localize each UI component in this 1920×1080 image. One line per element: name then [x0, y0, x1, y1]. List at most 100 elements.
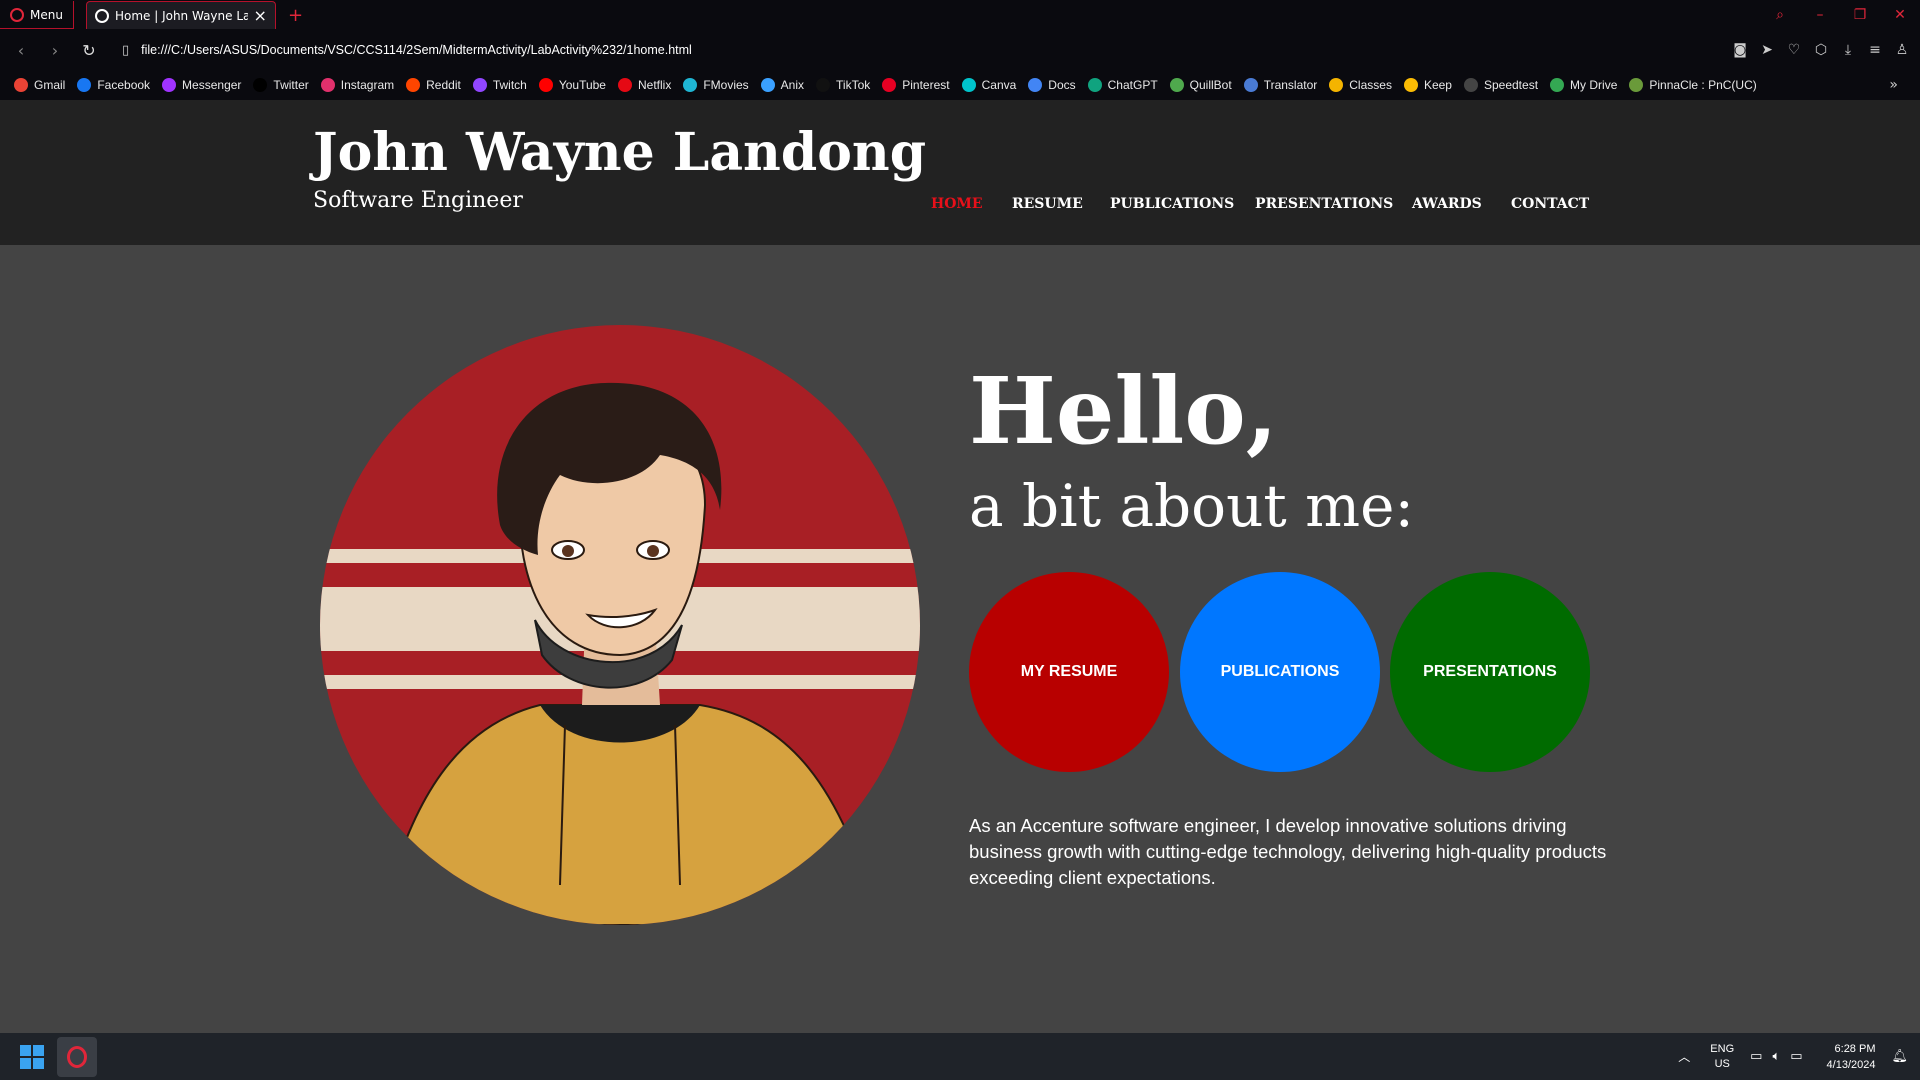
- bookmark-label: Reddit: [426, 78, 461, 92]
- address-bar-actions: ◙ ➤ ♡ ⬡ ⤓ ≡ ♙: [1732, 30, 1910, 70]
- profile-icon[interactable]: ♙: [1894, 42, 1910, 58]
- publications-button[interactable]: PUBLICATIONS: [1180, 572, 1380, 772]
- window-controls: ⌕ – ❐ ✕: [1760, 0, 1920, 30]
- more-bookmarks-icon[interactable]: »: [1889, 70, 1898, 100]
- opera-taskbar-icon[interactable]: [57, 1037, 97, 1077]
- bookmark-docs[interactable]: Docs: [1028, 78, 1076, 92]
- bookmark-label: Instagram: [340, 78, 395, 92]
- bookmark-instagram[interactable]: Instagram: [320, 78, 395, 92]
- hero-hello: Hello,: [969, 357, 1278, 465]
- back-icon[interactable]: ‹: [4, 41, 38, 60]
- facebook-icon: [77, 78, 92, 92]
- globe-icon: [94, 8, 109, 23]
- bookmark-label: PinnaCle : PnC(UC): [1649, 78, 1757, 92]
- bookmark-keep[interactable]: Keep: [1403, 78, 1452, 92]
- url-field[interactable]: file:///C:/Users/ASUS/Documents/VSC/CCS1…: [141, 43, 692, 57]
- site-name: John Wayne Landong: [313, 122, 927, 183]
- presentations-button[interactable]: PRESENTATIONS: [1390, 572, 1590, 772]
- page-info-icon[interactable]: ▯: [122, 43, 129, 58]
- bookmark-label: Facebook: [97, 78, 151, 92]
- menu-label: Menu: [30, 7, 63, 22]
- bookmark-chatgpt[interactable]: ChatGPT: [1087, 78, 1158, 92]
- profile-avatar: [320, 325, 920, 925]
- language-indicator[interactable]: ENG US: [1710, 1042, 1734, 1072]
- fmovies-icon: [683, 78, 698, 92]
- bookmark-label: Messenger: [182, 78, 242, 92]
- tab-title: Home | John Wayne Lando: [114, 8, 248, 23]
- bookmark-twitch[interactable]: Twitch: [472, 78, 527, 92]
- search-tabs-icon[interactable]: ⌕: [1760, 7, 1800, 23]
- my-resume-button[interactable]: MY RESUME: [969, 572, 1169, 772]
- clock[interactable]: 6:28 PM 4/13/2024: [1827, 1041, 1876, 1073]
- bookmark-label: Anix: [780, 78, 805, 92]
- bookmark-twitter[interactable]: Twitter: [253, 78, 309, 92]
- nav-awards[interactable]: AWARDS: [1412, 196, 1482, 212]
- nav-publications[interactable]: PUBLICATIONS: [1110, 196, 1234, 212]
- new-tab-icon[interactable]: +: [288, 5, 303, 26]
- clock-time: 6:28 PM: [1834, 1042, 1876, 1055]
- quillbot-icon: [1169, 78, 1184, 92]
- bio-text: As an Accenture software engineer, I dev…: [969, 815, 1607, 888]
- easy-setup-icon[interactable]: ≡: [1867, 42, 1883, 58]
- show-hidden-icons-icon[interactable]: ︿: [1678, 1048, 1690, 1065]
- network-icon[interactable]: ▭: [1750, 1049, 1762, 1064]
- os-taskbar: ︿ ENG US ▭ 🔈︎ ▭ 6:28 PM 4/13/2024 🔔︎: [0, 1033, 1920, 1080]
- pinnacle-icon: [1629, 78, 1644, 92]
- bookmark-label: ChatGPT: [1107, 78, 1158, 92]
- windows-start-icon[interactable]: [20, 1045, 44, 1069]
- pinterest-icon: [882, 78, 897, 92]
- instagram-icon: [320, 78, 335, 92]
- close-tab-icon[interactable]: ×: [254, 6, 267, 25]
- browser-menu-button[interactable]: Menu: [0, 1, 74, 29]
- bookmark-netflix[interactable]: Netflix: [617, 78, 671, 92]
- bookmark-tiktok[interactable]: TikTok: [816, 78, 870, 92]
- battery-icon[interactable]: ▭: [1790, 1049, 1802, 1064]
- notification-bell-icon[interactable]: 🔔︎: [1891, 1049, 1908, 1064]
- bookmark-label: Keep: [1423, 78, 1452, 92]
- main-content: Hello, a bit about me: MY RESUME PUBLICA…: [0, 245, 1920, 1033]
- download-icon[interactable]: ⤓: [1840, 42, 1856, 58]
- bookmark-canva[interactable]: Canva: [961, 78, 1016, 92]
- bookmark-my-drive[interactable]: My Drive: [1550, 78, 1617, 92]
- browser-tab-active[interactable]: Home | John Wayne Lando ×: [85, 1, 276, 29]
- bookmark-messenger[interactable]: Messenger: [162, 78, 241, 92]
- bookmark-label: Pinterest: [902, 78, 950, 92]
- clock-date: 4/13/2024: [1826, 1058, 1876, 1071]
- cube-icon[interactable]: ⬡: [1813, 42, 1829, 58]
- forward-icon[interactable]: ›: [38, 41, 72, 60]
- bookmark-youtube[interactable]: YouTube: [538, 78, 606, 92]
- close-window-icon[interactable]: ✕: [1880, 7, 1920, 23]
- bookmark-speedtest[interactable]: Speedtest: [1463, 78, 1538, 92]
- nav-home[interactable]: HOME: [931, 196, 983, 212]
- bookmark-label: Gmail: [34, 78, 66, 92]
- bookmark-anix[interactable]: Anix: [760, 78, 805, 92]
- bookmark-translator[interactable]: Translator: [1243, 78, 1317, 92]
- drive-icon: [1550, 78, 1565, 92]
- restore-icon[interactable]: ❐: [1840, 7, 1880, 23]
- bookmark-classes[interactable]: Classes: [1329, 78, 1392, 92]
- translator-icon: [1243, 78, 1258, 92]
- address-bar-row: ‹ › ↻ ▯ file:///C:/Users/ASUS/Documents/…: [0, 30, 1920, 70]
- snapshot-icon[interactable]: ◙: [1732, 42, 1748, 58]
- nav-contact[interactable]: CONTACT: [1511, 196, 1589, 212]
- bookmark-quillbot[interactable]: QuillBot: [1169, 78, 1232, 92]
- send-icon[interactable]: ➤: [1759, 42, 1775, 58]
- netflix-icon: [617, 78, 632, 92]
- bookmark-fmovies[interactable]: FMovies: [683, 78, 749, 92]
- opera-logo-icon: [10, 7, 24, 22]
- avatar-illustration: [320, 325, 920, 925]
- reload-icon[interactable]: ↻: [72, 41, 106, 60]
- bookmark-pinnacle-pnc-uc[interactable]: PinnaCle : PnC(UC): [1629, 78, 1757, 92]
- heart-icon[interactable]: ♡: [1786, 42, 1802, 58]
- bookmark-facebook[interactable]: Facebook: [77, 78, 150, 92]
- bookmark-gmail[interactable]: Gmail: [14, 78, 65, 92]
- minimize-icon[interactable]: –: [1800, 7, 1840, 23]
- bookmark-pinterest[interactable]: Pinterest: [882, 78, 950, 92]
- classes-icon: [1329, 78, 1344, 92]
- volume-icon[interactable]: 🔈︎: [1772, 1049, 1780, 1064]
- bookmark-label: YouTube: [558, 78, 606, 92]
- nav-resume[interactable]: RESUME: [1012, 196, 1083, 212]
- nav-presentations[interactable]: PRESENTATIONS: [1255, 196, 1393, 212]
- bookmark-reddit[interactable]: Reddit: [406, 78, 461, 92]
- site-header: John Wayne Landong Software Engineer HOM…: [0, 100, 1920, 245]
